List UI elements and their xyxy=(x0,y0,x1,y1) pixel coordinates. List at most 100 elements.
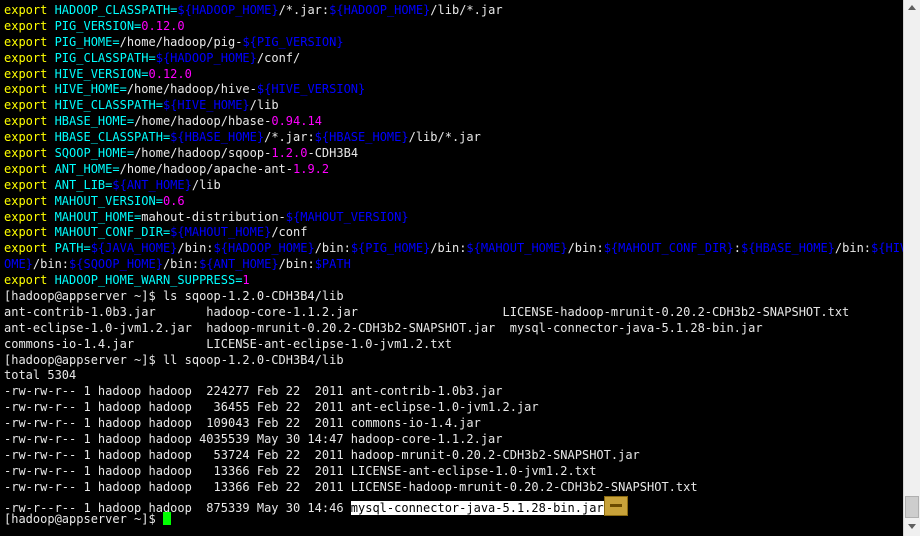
terminal-line: export HIVE_VERSION=0.12.0 xyxy=(4,67,903,83)
terminal-text: /bin: xyxy=(567,241,604,256)
terminal-text: export xyxy=(4,114,55,129)
terminal-text: /lib xyxy=(249,98,279,113)
terminal-text: total 5304 xyxy=(4,368,77,383)
arrow-up-icon xyxy=(908,5,916,10)
terminal-line: -rw-rw-r-- 1 hadoop hadoop 4035539 May 3… xyxy=(4,432,903,448)
terminal-text: ${ANT_HOME} xyxy=(199,257,279,272)
terminal-text: ${HIVE_VERSION} xyxy=(256,82,366,97)
terminal-text: ${ANT_HOME} xyxy=(112,177,192,192)
terminal-text: -rw-rw-r-- 1 hadoop hadoop 53724 Feb 22 … xyxy=(4,447,640,462)
terminal-text: export xyxy=(4,82,55,97)
text-cursor xyxy=(162,511,171,525)
terminal-text: /bin: xyxy=(430,241,467,256)
terminal-text: /bin: xyxy=(834,241,872,256)
terminal-text: export xyxy=(4,130,55,145)
terminal-text: OME} xyxy=(4,257,33,272)
terminal-text: ${HBASE_HOME} xyxy=(170,130,265,145)
terminal-text: ${HIVE_H xyxy=(871,241,903,256)
terminal-line: commons-io-1.4.jar LICENSE-ant-eclipse-1… xyxy=(4,337,903,353)
terminal-text: MAHOUT_CONF_DIR= xyxy=(54,225,171,240)
terminal-text: /*.jar: xyxy=(278,3,330,17)
vertical-scrollbar[interactable] xyxy=(903,0,920,536)
terminal-text: ${HBASE_HOME} xyxy=(314,130,409,145)
scrollbar-thumb[interactable] xyxy=(905,496,919,518)
terminal-text: commons-io-1.4.jar LICENSE-ant-eclipse-1… xyxy=(4,336,452,351)
terminal-text: -rw-rw-r-- 1 hadoop hadoop 4035539 May 3… xyxy=(4,432,503,447)
terminal-text: $PATH xyxy=(314,257,351,272)
terminal-text: mahout-distribution- xyxy=(141,209,286,224)
terminal-line: [hadoop@appserver ~]$ ls sqoop-1.2.0-CDH… xyxy=(4,289,903,305)
scroll-down-button[interactable] xyxy=(904,519,920,536)
terminal-text: ${MAHOUT_VERSION} xyxy=(285,209,409,224)
terminal-text: [hadoop@appserver ~]$ ll sqoop-1.2.0-CDH… xyxy=(4,352,344,367)
terminal-text: HADOOP_CLASSPATH= xyxy=(54,3,178,17)
terminal-text: ${HBASE_HOME} xyxy=(740,241,835,256)
terminal-text: /home/hadoop/pig- xyxy=(119,34,243,49)
terminal-line: export MAHOUT_VERSION=0.6 xyxy=(4,194,903,210)
terminal-text: export xyxy=(4,193,55,208)
terminal-line: -rw-rw-r-- 1 hadoop hadoop 224277 Feb 22… xyxy=(4,384,903,400)
terminal-output[interactable]: export HADOOP_CLASSPATH=${HADOOP_HOME}/*… xyxy=(0,0,903,536)
terminal-text: [hadoop@appserver ~]$ ls sqoop-1.2.0-CDH… xyxy=(4,289,344,304)
terminal-text: export xyxy=(4,241,55,256)
terminal-text: MAHOUT_HOME= xyxy=(54,209,142,224)
terminal-line: export HBASE_CLASSPATH=${HBASE_HOME}/*.j… xyxy=(4,130,903,146)
terminal-text: ${HADOOP_HOME} xyxy=(329,3,431,17)
terminal-text: MAHOUT_VERSION= xyxy=(54,193,163,208)
scroll-up-button[interactable] xyxy=(904,0,920,17)
terminal-line: export MAHOUT_HOME=mahout-distribution-$… xyxy=(4,210,903,226)
terminal-line: -rw-rw-r-- 1 hadoop hadoop 36455 Feb 22 … xyxy=(4,400,903,416)
terminal-line: export HIVE_HOME=/home/hadoop/hive-${HIV… xyxy=(4,82,903,98)
terminal-text: export xyxy=(4,3,55,17)
terminal-text: export xyxy=(4,177,55,192)
terminal-text: ${MAHOUT_CONF_DIR} xyxy=(603,241,734,256)
terminal-text: 1 xyxy=(242,273,250,288)
terminal-text: -rw-rw-r-- 1 hadoop hadoop 13366 Feb 22 … xyxy=(4,479,698,494)
terminal-line: export SQOOP_HOME=/home/hadoop/sqoop-1.2… xyxy=(4,146,903,162)
terminal-line: OME}/bin:${SQOOP_HOME}/bin:${ANT_HOME}/b… xyxy=(4,257,903,273)
terminal-text: ${HADOOP_HOME} xyxy=(177,3,279,17)
terminal-text: /home/hadoop/sqoop- xyxy=(134,146,272,161)
terminal-line: -rw-r--r-- 1 hadoop hadoop 875339 May 30… xyxy=(4,495,903,516)
terminal-line: export PATH=${JAVA_HOME}/bin:${HADOOP_HO… xyxy=(4,241,903,257)
terminal-text: ${MAHOUT_HOME} xyxy=(466,241,568,256)
terminal-line: -rw-rw-r-- 1 hadoop hadoop 53724 Feb 22 … xyxy=(4,448,903,464)
terminal-text: -rw-rw-r-- 1 hadoop hadoop 36455 Feb 22 … xyxy=(4,400,539,415)
terminal-text: 0.94.14 xyxy=(271,114,322,129)
terminal-text: ant-contrib-1.0b3.jar hadoop-core-1.1.2.… xyxy=(4,304,850,319)
terminal-line: export ANT_LIB=${ANT_HOME}/lib xyxy=(4,178,903,194)
terminal-text: /lib/*.jar xyxy=(430,3,503,17)
terminal-text: /conf/ xyxy=(256,50,301,65)
terminal-text: ${JAVA_HOME} xyxy=(90,241,178,256)
terminal-text: 1.2.0 xyxy=(271,146,308,161)
terminal-text: : xyxy=(733,241,741,256)
terminal-text: /home/hadoop/apache-ant- xyxy=(119,161,293,176)
terminal-text: /conf xyxy=(271,225,308,240)
terminal-text: -rw-rw-r-- 1 hadoop hadoop 224277 Feb 22… xyxy=(4,384,503,399)
terminal-text: PIG_VERSION= xyxy=(54,18,142,33)
terminal-text: PIG_CLASSPATH= xyxy=(54,50,156,65)
terminal-line: ant-eclipse-1.0-jvm1.2.jar hadoop-mrunit… xyxy=(4,321,903,337)
terminal-line: -rw-rw-r-- 1 hadoop hadoop 13366 Feb 22 … xyxy=(4,464,903,480)
terminal-text: /bin: xyxy=(278,257,315,272)
terminal-text: export xyxy=(4,66,55,81)
terminal-text: ${PIG_VERSION} xyxy=(242,34,344,49)
terminal-line: export HIVE_CLASSPATH=${HIVE_HOME}/lib xyxy=(4,98,903,114)
terminal-text: /*.jar: xyxy=(264,130,315,145)
terminal-text: ${PIG_HOME} xyxy=(350,241,431,256)
terminal-text: ANT_HOME= xyxy=(54,161,120,176)
terminal-line: export HADOOP_CLASSPATH=${HADOOP_HOME}/*… xyxy=(4,3,903,19)
terminal-line: export PIG_HOME=/home/hadoop/pig-${PIG_V… xyxy=(4,35,903,51)
clipboard-icon[interactable] xyxy=(603,495,628,516)
terminal-text: HIVE_HOME= xyxy=(54,82,127,97)
terminal-text: export xyxy=(4,209,55,224)
terminal-text: export xyxy=(4,161,55,176)
terminal-text: /bin: xyxy=(314,241,351,256)
terminal-text: /lib/*.jar xyxy=(408,130,481,145)
terminal-line: -rw-rw-r-- 1 hadoop hadoop 13366 Feb 22 … xyxy=(4,480,903,496)
terminal-text: ${HADOOP_HOME} xyxy=(213,241,315,256)
terminal-line: export MAHOUT_CONF_DIR=${MAHOUT_HOME}/co… xyxy=(4,225,903,241)
terminal-text: export xyxy=(4,146,55,161)
terminal-text: /bin: xyxy=(177,241,214,256)
terminal-text: ${SQOOP_HOME} xyxy=(69,257,163,272)
